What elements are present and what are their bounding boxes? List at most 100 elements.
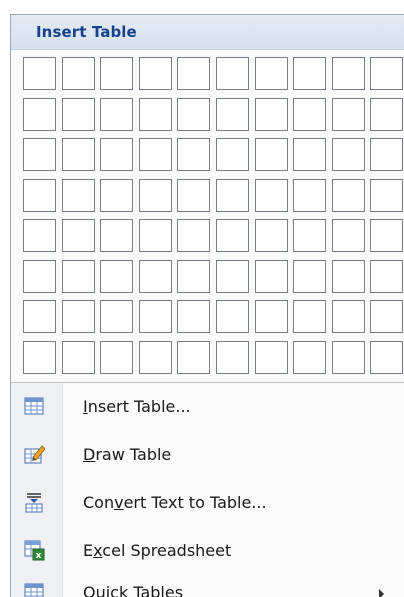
text-to-table-icon bbox=[25, 493, 43, 513]
grid-cell[interactable] bbox=[216, 178, 249, 212]
grid-cell[interactable] bbox=[177, 178, 211, 212]
grid-cell[interactable] bbox=[61, 259, 95, 293]
grid-cell[interactable] bbox=[370, 340, 404, 374]
svg-text:x: x bbox=[36, 551, 42, 561]
excel-icon: x bbox=[24, 540, 45, 561]
grid-cell[interactable] bbox=[254, 340, 288, 374]
grid-cell[interactable] bbox=[293, 138, 327, 171]
grid-cell[interactable] bbox=[61, 219, 95, 252]
grid-cell[interactable] bbox=[331, 300, 365, 333]
grid-cell[interactable] bbox=[100, 219, 134, 252]
insert-table-item[interactable]: Insert Table... bbox=[11, 385, 404, 429]
grid-cell[interactable] bbox=[216, 259, 249, 293]
grid-cell[interactable] bbox=[293, 259, 327, 293]
quick-tables-label: Quick Tables bbox=[83, 583, 184, 597]
grid-cell[interactable] bbox=[138, 97, 172, 131]
grid-cell[interactable] bbox=[254, 138, 288, 171]
grid-cell[interactable] bbox=[61, 178, 95, 212]
grid-cell[interactable] bbox=[138, 138, 172, 171]
insert-table-menu: Insert Table Insert Table... Draw Table bbox=[10, 14, 404, 597]
grid-cell[interactable] bbox=[177, 219, 211, 252]
grid-cell[interactable] bbox=[100, 259, 134, 293]
grid-cell[interactable] bbox=[331, 138, 365, 171]
grid-cell[interactable] bbox=[254, 178, 288, 212]
grid-cell[interactable] bbox=[254, 97, 288, 131]
grid-cell[interactable] bbox=[138, 219, 172, 252]
grid-cell[interactable] bbox=[370, 138, 404, 171]
grid-cell[interactable] bbox=[23, 178, 56, 212]
grid-cell[interactable] bbox=[331, 340, 365, 374]
table-icon bbox=[24, 397, 44, 415]
grid-cell[interactable] bbox=[331, 259, 365, 293]
grid-cell[interactable] bbox=[138, 178, 172, 212]
grid-cell[interactable] bbox=[61, 97, 95, 131]
grid-cell[interactable] bbox=[370, 259, 404, 293]
grid-cell[interactable] bbox=[23, 57, 56, 90]
excel-spreadsheet-item[interactable]: x Excel Spreadsheet bbox=[11, 529, 404, 573]
convert-text-to-table-label: Convert Text to Table... bbox=[83, 493, 267, 512]
grid-cell[interactable] bbox=[23, 259, 56, 293]
grid-cell[interactable] bbox=[293, 57, 327, 90]
grid-cell[interactable] bbox=[61, 57, 95, 90]
menu-header: Insert Table bbox=[11, 15, 404, 50]
grid-cell[interactable] bbox=[23, 97, 56, 131]
grid-cell[interactable] bbox=[23, 138, 56, 171]
grid-cell[interactable] bbox=[61, 300, 95, 333]
grid-cell[interactable] bbox=[331, 97, 365, 131]
grid-cell[interactable] bbox=[138, 300, 172, 333]
grid-cell[interactable] bbox=[100, 300, 134, 333]
grid-cell[interactable] bbox=[293, 178, 327, 212]
grid-cell[interactable] bbox=[293, 97, 327, 131]
grid-cell[interactable] bbox=[331, 57, 365, 90]
grid-cell[interactable] bbox=[100, 57, 134, 90]
excel-spreadsheet-label: Excel Spreadsheet bbox=[83, 541, 232, 560]
grid-cell[interactable] bbox=[61, 340, 95, 374]
grid-cell[interactable] bbox=[370, 57, 404, 90]
grid-cell[interactable] bbox=[216, 300, 249, 333]
grid-cell[interactable] bbox=[100, 178, 134, 212]
grid-cell[interactable] bbox=[254, 57, 288, 90]
grid-cell[interactable] bbox=[23, 219, 56, 252]
grid-cell[interactable] bbox=[177, 340, 211, 374]
grid-cell[interactable] bbox=[138, 57, 172, 90]
grid-cell[interactable] bbox=[177, 138, 211, 171]
grid-cell[interactable] bbox=[23, 340, 56, 374]
grid-cell[interactable] bbox=[100, 138, 134, 171]
grid-cell[interactable] bbox=[138, 259, 172, 293]
grid-cell[interactable] bbox=[331, 178, 365, 212]
grid-cell[interactable] bbox=[254, 300, 288, 333]
grid-cell[interactable] bbox=[23, 300, 56, 333]
draw-table-label: Draw Table bbox=[83, 445, 172, 464]
grid-cell[interactable] bbox=[177, 259, 211, 293]
grid-cell[interactable] bbox=[100, 340, 134, 374]
draw-table-item[interactable]: Draw Table bbox=[11, 433, 404, 477]
menu-title: Insert Table bbox=[36, 23, 137, 41]
grid-cell[interactable] bbox=[216, 57, 249, 90]
convert-text-to-table-item[interactable]: Convert Text to Table... bbox=[11, 481, 404, 525]
table-size-grid[interactable] bbox=[11, 51, 404, 379]
grid-cell[interactable] bbox=[370, 219, 404, 252]
separator bbox=[11, 382, 404, 383]
grid-cell[interactable] bbox=[370, 300, 404, 333]
insert-table-label: Insert Table... bbox=[83, 397, 191, 416]
grid-cell[interactable] bbox=[370, 178, 404, 212]
grid-cell[interactable] bbox=[216, 138, 249, 171]
grid-cell[interactable] bbox=[370, 97, 404, 131]
grid-cell[interactable] bbox=[216, 219, 249, 252]
table-icon bbox=[24, 583, 44, 597]
grid-cell[interactable] bbox=[254, 219, 288, 252]
grid-cell[interactable] bbox=[216, 97, 249, 131]
grid-cell[interactable] bbox=[138, 340, 172, 374]
grid-cell[interactable] bbox=[216, 340, 249, 374]
grid-cell[interactable] bbox=[331, 219, 365, 252]
grid-cell[interactable] bbox=[293, 300, 327, 333]
grid-cell[interactable] bbox=[177, 57, 211, 90]
grid-cell[interactable] bbox=[254, 259, 288, 293]
grid-cell[interactable] bbox=[293, 219, 327, 252]
grid-cell[interactable] bbox=[293, 340, 327, 374]
grid-cell[interactable] bbox=[177, 300, 211, 333]
grid-cell[interactable] bbox=[177, 97, 211, 131]
grid-cell[interactable] bbox=[61, 138, 95, 171]
quick-tables-item[interactable]: Quick Tables bbox=[11, 571, 404, 597]
grid-cell[interactable] bbox=[100, 97, 134, 131]
